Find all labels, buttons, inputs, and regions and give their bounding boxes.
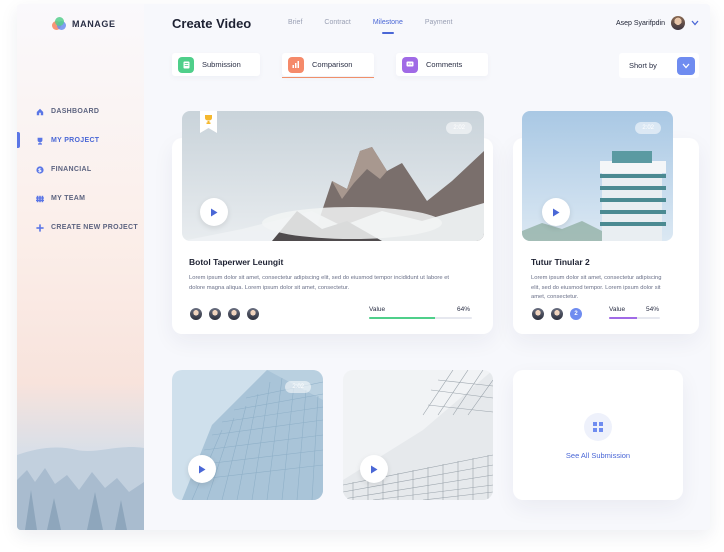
sidebar-item-create-new-project[interactable]: CREATE NEW PROJECT	[17, 213, 144, 242]
grid-icon	[584, 413, 612, 441]
page-title: Create Video	[172, 16, 252, 31]
card-title: Botol Taperwer Leungit	[189, 257, 284, 267]
sidebar-item-financial[interactable]: $ FINANCIAL	[17, 155, 144, 184]
filter-label: Comparison	[312, 60, 353, 69]
video-thumbnail[interactable]: 2:02	[172, 370, 323, 500]
chevron-down-icon[interactable]	[677, 56, 695, 75]
value-label: Value	[609, 306, 626, 313]
team-members	[189, 307, 260, 321]
app-window: MANAGE DASHBOARD MY PROJECT $ FINANCIAL	[17, 4, 710, 530]
more-members-badge[interactable]: 2	[569, 307, 583, 321]
video-thumbnail[interactable]: 2:02	[182, 111, 484, 241]
filter-comparison[interactable]: Comparison	[282, 53, 374, 78]
sort-dropdown[interactable]: Short by	[619, 53, 699, 78]
card-description: Lorem ipsum dolor sit amet, consectetur …	[189, 275, 450, 291]
logo[interactable]: MANAGE	[52, 17, 116, 31]
dollar-icon: $	[36, 165, 44, 174]
sidebar-item-label: MY PROJECT	[51, 137, 100, 144]
mountain-image	[182, 111, 484, 241]
avatar	[671, 16, 685, 30]
app-name: MANAGE	[72, 19, 116, 29]
sidebar-item-my-project[interactable]: MY PROJECT	[17, 126, 144, 155]
chart-icon	[288, 56, 304, 73]
progress-bar	[369, 317, 472, 319]
filter-label: Comments	[426, 60, 463, 69]
user-menu[interactable]: Asep Syarifpdin	[616, 16, 699, 30]
tab-contract[interactable]: Contract	[324, 19, 350, 26]
sidebar-item-label: DASHBOARD	[51, 108, 100, 115]
play-icon[interactable]	[542, 198, 570, 226]
see-all-label: See All Submission	[565, 451, 631, 460]
home-icon	[36, 108, 44, 116]
sidebar-nav: DASHBOARD MY PROJECT $ FINANCIAL MY TEAM	[17, 97, 144, 242]
sidebar: MANAGE DASHBOARD MY PROJECT $ FINANCIAL	[17, 4, 144, 530]
see-all-card[interactable]: See All Submission	[513, 370, 683, 500]
trophy-icon	[36, 137, 44, 145]
document-icon	[178, 56, 194, 73]
avatar[interactable]	[531, 307, 545, 321]
see-all-submission-link[interactable]: See All Submission	[513, 413, 683, 460]
play-icon[interactable]	[188, 455, 216, 483]
card-description: Lorem ipsum dolor sit amet, consectetur …	[531, 275, 662, 300]
plus-icon	[36, 223, 44, 232]
filter-comments[interactable]: Comments	[396, 53, 488, 76]
avatar[interactable]	[208, 307, 222, 321]
duration-badge: 2:02	[285, 381, 311, 393]
duration-badge: 2:02	[446, 122, 472, 134]
value-label: Value	[369, 306, 386, 313]
filter-bar: Submission Comparison Comments	[172, 53, 488, 78]
video-thumbnail[interactable]: 2:02	[522, 111, 673, 241]
tab-brief[interactable]: Brief	[288, 19, 302, 26]
user-name: Asep Syarifpdin	[615, 19, 665, 27]
progress-fill	[609, 317, 637, 319]
filter-submission[interactable]: Submission	[172, 53, 260, 76]
sidebar-item-dashboard[interactable]: DASHBOARD	[17, 97, 144, 126]
sidebar-item-label: MY TEAM	[51, 195, 86, 202]
card-title: Tutur Tinular 2	[531, 257, 590, 267]
main-content: Create Video Brief Contract Milestone Pa…	[144, 4, 710, 530]
chevron-down-icon[interactable]	[691, 19, 699, 28]
value-percent: 64%	[457, 306, 471, 313]
progress-fill	[369, 317, 435, 319]
avatar[interactable]	[246, 307, 260, 321]
tab-milestone[interactable]: Milestone	[373, 19, 403, 34]
video-thumbnail[interactable]	[343, 370, 493, 500]
tab-payment[interactable]: Payment	[425, 19, 453, 26]
comment-icon	[402, 56, 418, 73]
progress-bar	[609, 317, 660, 319]
sidebar-item-my-team[interactable]: MY TEAM	[17, 184, 144, 213]
avatar[interactable]	[550, 307, 564, 321]
svg-text:$: $	[38, 168, 42, 174]
play-icon[interactable]	[200, 198, 228, 226]
duration-badge: 2:02	[635, 122, 661, 134]
avatar[interactable]	[189, 307, 203, 321]
logo-icon	[52, 17, 66, 31]
sidebar-item-label: CREATE NEW PROJECT	[51, 224, 138, 231]
team-members: 2	[531, 307, 583, 321]
avatar[interactable]	[227, 307, 241, 321]
sort-label: Short by	[629, 61, 657, 70]
award-ribbon-icon	[200, 111, 217, 133]
header-tabs: Brief Contract Milestone Payment	[288, 19, 474, 34]
play-icon[interactable]	[360, 455, 388, 483]
filter-label: Submission	[202, 60, 241, 69]
sidebar-landscape-image	[17, 447, 144, 530]
value-percent: 54%	[646, 306, 660, 313]
team-icon	[36, 195, 44, 203]
sidebar-item-label: FINANCIAL	[51, 166, 92, 173]
